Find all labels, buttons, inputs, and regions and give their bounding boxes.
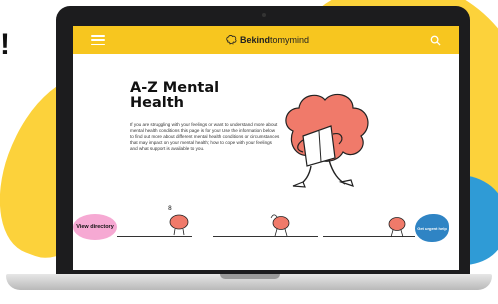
page-title: A-Z Mental Health — [130, 81, 250, 111]
hamburger-icon[interactable] — [91, 35, 105, 45]
view-directory-button[interactable]: View directory — [73, 214, 117, 240]
svg-text:8: 8 — [168, 205, 172, 212]
site-logo[interactable]: Bekind tomymind — [226, 35, 309, 45]
laptop-notch — [220, 274, 280, 279]
edge-text: ! — [0, 28, 10, 61]
get-urgent-help-button[interactable]: Get urgent help — [415, 214, 449, 242]
page-title-line2: Health — [130, 95, 184, 111]
mini-brain-character-2 — [270, 214, 290, 237]
divider-line-2 — [213, 236, 318, 237]
logo-text-bold: Bekind — [239, 35, 270, 45]
logo-text-regular: tomymind — [270, 35, 310, 45]
page-title-line1: A-Z Mental — [130, 80, 220, 96]
search-icon[interactable] — [430, 35, 441, 46]
brain-reading-illustration — [285, 93, 369, 188]
mini-brain-character-1: 8 — [168, 205, 189, 236]
laptop-screen: Bekind tomymind A-Z Mental Health If you … — [73, 26, 459, 270]
laptop-camera — [262, 13, 266, 17]
intro-paragraph: If you are struggling with your feelings… — [130, 122, 280, 151]
brain-logo-icon — [226, 35, 237, 45]
mini-brain-character-3 — [388, 217, 406, 238]
site-header: Bekind tomymind — [73, 26, 459, 54]
